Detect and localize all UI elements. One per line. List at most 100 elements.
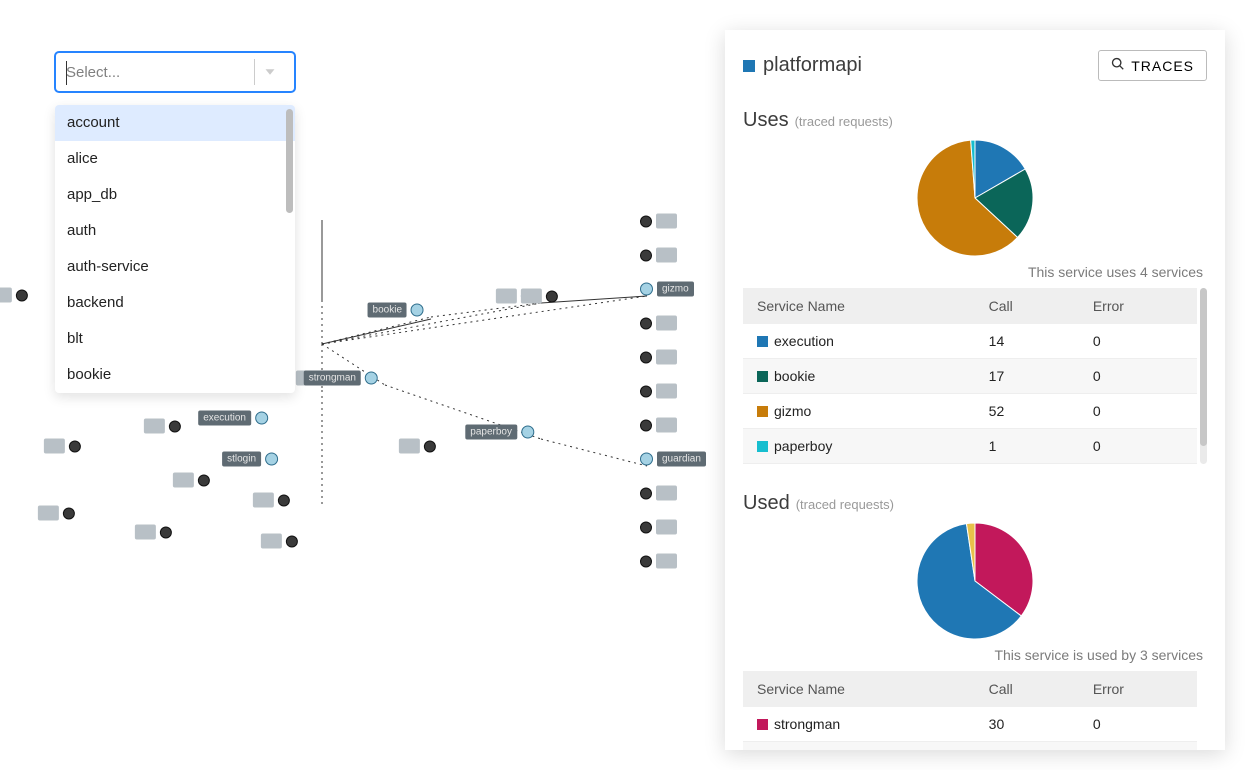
chevron-down-icon[interactable]: [254, 59, 284, 85]
graph-node-label: execution: [198, 411, 251, 426]
graph-node-label: [656, 520, 677, 535]
graph-node-dot: [169, 420, 181, 432]
graph-node-label: [656, 554, 677, 569]
graph-node-label: [656, 350, 677, 365]
service-color-icon: [757, 336, 768, 347]
select-option[interactable]: app_db: [55, 177, 295, 213]
call-cell: 53: [975, 742, 1079, 751]
graph-node-label: [135, 525, 156, 540]
graph-node-dot: [411, 304, 424, 317]
graph-node-dot: [278, 494, 290, 506]
graph-node[interactable]: execution: [198, 411, 268, 426]
select-placeholder: Select...: [66, 64, 254, 81]
table-row[interactable]: execution140: [743, 324, 1197, 359]
graph-node-dot: [640, 453, 653, 466]
graph-node[interactable]: [521, 289, 558, 304]
graph-node-dot: [640, 385, 652, 397]
select-option[interactable]: auth: [55, 213, 295, 249]
graph-node-dot: [640, 317, 652, 329]
graph-node-label: bookie: [368, 303, 407, 318]
service-name-cell: bookie: [757, 368, 961, 384]
graph-node[interactable]: [640, 248, 677, 263]
service-color-swatch: [743, 60, 755, 72]
dropdown-scrollbar[interactable]: [286, 109, 293, 393]
graph-node-dot: [640, 555, 652, 567]
graph-node-label: [173, 473, 194, 488]
graph-node[interactable]: bookie: [368, 303, 424, 318]
graph-node[interactable]: gizmo: [640, 282, 694, 297]
graph-node[interactable]: [38, 506, 75, 521]
uses-table: Service NameCallError execution140bookie…: [743, 288, 1197, 464]
service-name-cell: gizmo: [757, 403, 961, 419]
traces-button[interactable]: TRACES: [1098, 50, 1207, 81]
graph-node-label: guardian: [657, 452, 706, 467]
graph-node[interactable]: stlogin: [222, 452, 278, 467]
select-option[interactable]: backend: [55, 285, 295, 321]
graph-node[interactable]: [640, 554, 677, 569]
graph-node[interactable]: [0, 288, 28, 303]
table-header-cell: Service Name: [743, 288, 975, 324]
table-header-cell: Call: [975, 288, 1079, 324]
table-row[interactable]: gizmo520: [743, 394, 1197, 429]
select-option[interactable]: auth-service: [55, 249, 295, 285]
scrollbar-thumb[interactable]: [286, 109, 293, 213]
service-name-cell: paperboy: [757, 438, 961, 454]
uses-table-scrollbar[interactable]: [1200, 288, 1207, 464]
uses-pie-chart: [910, 138, 1040, 258]
error-cell: 0: [1079, 359, 1197, 394]
graph-node[interactable]: [640, 316, 677, 331]
graph-node-label: [399, 439, 420, 454]
service-color-icon: [757, 441, 768, 452]
graph-node-dot: [198, 474, 210, 486]
dependency-graph-canvas[interactable]: platformapi strongmanbookie paperboygizm…: [0, 0, 720, 770]
table-row[interactable]: stlogin530: [743, 742, 1197, 751]
error-cell: 0: [1079, 429, 1197, 464]
table-row[interactable]: strongman300: [743, 707, 1197, 742]
select-option[interactable]: bookie: [55, 357, 295, 393]
table-row[interactable]: paperboy10: [743, 429, 1197, 464]
used-pie-chart: [910, 521, 1040, 641]
call-cell: 30: [975, 707, 1079, 742]
graph-node[interactable]: [135, 525, 172, 540]
scrollbar-thumb[interactable]: [1200, 288, 1207, 446]
table-row[interactable]: bookie170: [743, 359, 1197, 394]
graph-node[interactable]: [640, 486, 677, 501]
graph-node[interactable]: guardian: [640, 452, 706, 467]
graph-node[interactable]: [261, 534, 298, 549]
service-select-dropdown[interactable]: accountaliceapp_dbauthauth-servicebacken…: [55, 105, 295, 393]
graph-node-dot: [640, 283, 653, 296]
graph-node[interactable]: [253, 493, 290, 508]
graph-node[interactable]: [640, 418, 677, 433]
graph-node-label: [253, 493, 274, 508]
graph-node-label: [656, 248, 677, 263]
graph-node-dot: [255, 412, 268, 425]
service-select[interactable]: Select...: [55, 52, 295, 92]
table-header-cell: Error: [1079, 671, 1197, 707]
service-color-icon: [757, 719, 768, 730]
graph-node-dot: [640, 249, 652, 261]
graph-node-label: paperboy: [465, 425, 517, 440]
text-cursor: [66, 61, 67, 85]
select-option[interactable]: alice: [55, 141, 295, 177]
graph-node-dot: [640, 521, 652, 533]
graph-node[interactable]: [640, 214, 677, 229]
graph-node-label: [656, 418, 677, 433]
graph-node-dot: [640, 419, 652, 431]
graph-node[interactable]: [173, 473, 210, 488]
graph-node[interactable]: [640, 350, 677, 365]
service-name-cell: execution: [757, 333, 961, 349]
uses-caption: This service uses 4 services: [743, 264, 1207, 280]
graph-node[interactable]: [399, 439, 436, 454]
graph-node-label: [521, 289, 542, 304]
graph-node[interactable]: strongman: [304, 371, 378, 386]
graph-node[interactable]: [640, 520, 677, 535]
graph-node[interactable]: [144, 419, 181, 434]
service-name-label: gizmo: [774, 403, 811, 419]
graph-node-label: [656, 384, 677, 399]
graph-node[interactable]: paperboy: [465, 425, 534, 440]
select-option[interactable]: account: [55, 105, 295, 141]
graph-node[interactable]: [640, 384, 677, 399]
graph-node[interactable]: [44, 439, 81, 454]
select-option[interactable]: blt: [55, 321, 295, 357]
graph-node-label: [38, 506, 59, 521]
